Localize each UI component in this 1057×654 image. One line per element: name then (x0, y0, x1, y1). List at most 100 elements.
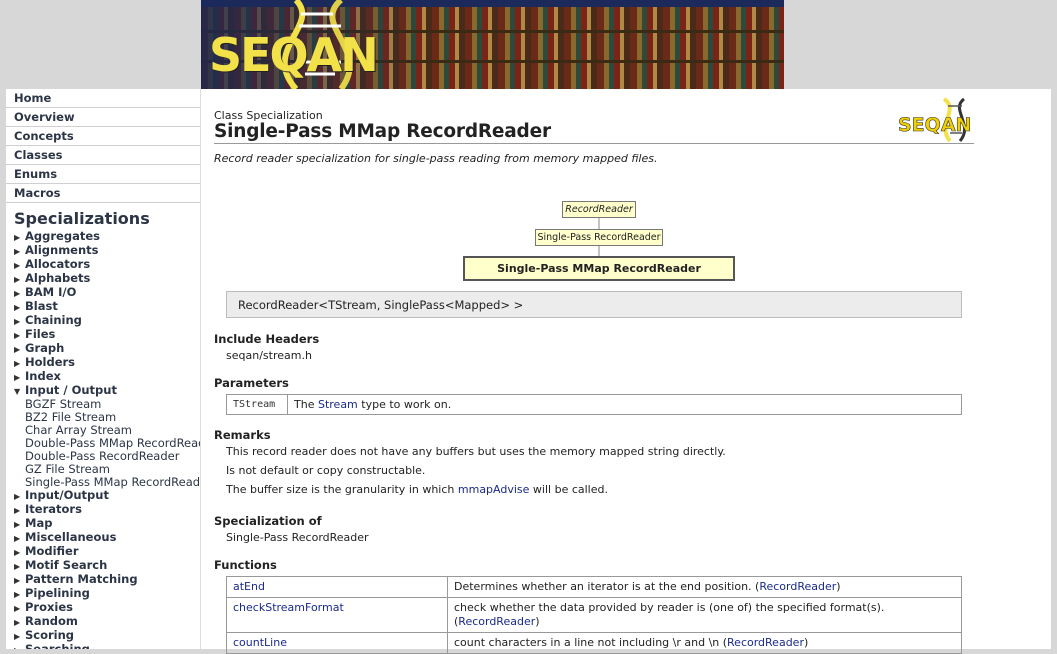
include-headers-heading: Include Headers (214, 332, 320, 346)
function-description-cell: check whether the data provided by reade… (447, 597, 962, 633)
function-link[interactable]: atEnd (233, 580, 265, 593)
function-link[interactable]: countLine (233, 636, 287, 649)
tree-category[interactable]: ▶ Files (6, 328, 200, 342)
collapsed-triangle-icon[interactable]: ▶ (14, 574, 25, 587)
corner-logo-text: SEQAN (898, 114, 971, 136)
function-link[interactable]: checkStreamFormat (233, 601, 344, 614)
function-description: check whether the data provided by reade… (454, 601, 885, 614)
collapsed-triangle-icon[interactable]: ▶ (14, 231, 25, 244)
seqan-logo[interactable]: SEQAN (209, 28, 379, 82)
tree-category[interactable]: ▶ Miscellaneous (6, 531, 200, 545)
collapsed-triangle-icon[interactable]: ▶ (14, 245, 25, 258)
sidebar-item-enums[interactable]: Enums (6, 165, 200, 184)
collapsed-triangle-icon[interactable]: ▶ (14, 616, 25, 629)
recordreader-link[interactable]: RecordReader (727, 636, 804, 649)
recordreader-link[interactable]: RecordReader (759, 580, 836, 593)
tree-category-label: Index (25, 369, 61, 383)
sidebar-item-home[interactable]: Home (6, 89, 200, 108)
tree-category[interactable]: ▼ Input / Output (6, 384, 200, 398)
tree-category[interactable]: ▶ BAM I/O (6, 286, 200, 300)
tree-category[interactable]: ▶ Random (6, 615, 200, 629)
function-description-end: ) (836, 580, 841, 593)
tree-category[interactable]: ▶ Map (6, 517, 200, 531)
table-row: TStream The Stream type to work on. (226, 394, 962, 415)
tree-category[interactable]: ▶ Pattern Matching (6, 573, 200, 587)
collapsed-triangle-icon[interactable]: ▶ (14, 546, 25, 559)
class-diagram: RecordReader Single-Pass RecordReader Si… (463, 201, 735, 281)
param-name: TStream (226, 394, 288, 415)
tree-category[interactable]: ▶ Modifier (6, 545, 200, 559)
tree-category[interactable]: ▶ Index (6, 370, 200, 384)
collapsed-triangle-icon[interactable]: ▶ (14, 588, 25, 601)
tree-category[interactable]: ▶ Input/Output (6, 489, 200, 503)
specialization-tree: ▶ Aggregates ▶ Alignments ▶ Allocators ▶ Alphab… (6, 230, 200, 650)
collapsed-triangle-icon[interactable]: ▶ (14, 504, 25, 517)
collapsed-triangle-icon[interactable]: ▶ (14, 259, 25, 272)
header-banner: SEQAN (201, 0, 784, 89)
tree-category[interactable]: ▶ Allocators (6, 258, 200, 272)
tree-category[interactable]: ▶ Aggregates (6, 230, 200, 244)
collapsed-triangle-icon[interactable]: ▶ (14, 343, 25, 356)
tree-category[interactable]: ▶ Iterators (6, 503, 200, 517)
seqan-corner-logo: SEQAN (898, 97, 972, 143)
diagram-node-recordreader[interactable]: RecordReader (562, 201, 636, 218)
tree-category[interactable]: ▶ Graph (6, 342, 200, 356)
collapsed-triangle-icon[interactable]: ▶ (14, 518, 25, 531)
tree-category[interactable]: ▶ Holders (6, 356, 200, 370)
collapsed-triangle-icon[interactable]: ▶ (14, 644, 25, 649)
param-desc-text: The (294, 398, 318, 411)
stream-link[interactable]: Stream (318, 398, 358, 411)
function-name-cell: countLine (226, 632, 448, 654)
sidebar-item-concepts[interactable]: Concepts (6, 127, 200, 146)
tree-category[interactable]: ▶ Alphabets (6, 272, 200, 286)
tree-category[interactable]: ▶ Alignments (6, 244, 200, 258)
table-row: countLine count characters in a line not … (226, 632, 962, 654)
collapsed-triangle-icon[interactable]: ▶ (14, 315, 25, 328)
recordreader-link[interactable]: RecordReader (458, 615, 535, 628)
sidebar: Home Overview Concepts Classes Enums Macros S… (6, 89, 201, 649)
tree-category-label: Modifier (25, 544, 79, 558)
collapsed-triangle-icon[interactable]: ▶ (14, 490, 25, 503)
tree-category-label: Files (25, 327, 56, 341)
tree-category[interactable]: ▶ Motif Search (6, 559, 200, 573)
function-description: count characters in a line not including… (454, 636, 728, 649)
tree-category-label: Alphabets (25, 271, 91, 285)
mmapadvise-link[interactable]: mmapAdvise (458, 483, 530, 496)
tree-category-label: Graph (25, 341, 65, 355)
collapsed-triangle-icon[interactable]: ▶ (14, 273, 25, 286)
tree-category-label: Aggregates (25, 229, 100, 243)
function-description-end: ) (803, 636, 809, 649)
class-signature: RecordReader<TStream, SinglePass<Mapped>… (226, 291, 962, 318)
function-description-cell: count characters in a line not including… (447, 632, 962, 654)
tree-category-label: Random (25, 614, 78, 628)
collapsed-triangle-icon[interactable]: ▶ (14, 329, 25, 342)
tree-category[interactable]: ▶ Chaining (6, 314, 200, 328)
collapsed-triangle-icon[interactable]: ▶ (14, 287, 25, 300)
tree-category-label: Searching (25, 642, 90, 650)
param-description: The Stream type to work on. (287, 394, 962, 415)
tree-category[interactable]: ▶Searching (6, 642, 200, 650)
tree-category[interactable]: ▶ Scoring (6, 629, 200, 643)
tree-category[interactable]: ▶ Proxies (6, 601, 200, 615)
collapsed-triangle-icon[interactable]: ▶ (14, 630, 25, 643)
tree-category[interactable]: ▶ Blast (6, 300, 200, 314)
collapsed-triangle-icon[interactable]: ▶ (14, 560, 25, 573)
sidebar-item-classes[interactable]: Classes (6, 146, 200, 165)
page-title: Single-Pass MMap RecordReader (214, 121, 551, 142)
collapsed-triangle-icon[interactable]: ▶ (14, 301, 25, 314)
collapsed-triangle-icon[interactable]: ▶ (14, 371, 25, 384)
tree-category-label: Motif Search (25, 558, 108, 572)
scrollbar[interactable] (1051, 89, 1057, 649)
tree-category[interactable]: ▶ Pipelining (6, 587, 200, 601)
specialization-of-link[interactable]: Single-Pass RecordReader (226, 531, 369, 544)
table-row: atEnd Determines whether an iterator is a… (226, 576, 962, 598)
sidebar-item-macros[interactable]: Macros (6, 184, 200, 203)
function-description-end: ) (535, 615, 540, 628)
collapsed-triangle-icon[interactable]: ▶ (14, 602, 25, 615)
remark-text: The buffer size is the granularity in wh… (226, 483, 458, 496)
expanded-triangle-icon[interactable]: ▼ (14, 385, 25, 398)
collapsed-triangle-icon[interactable]: ▶ (14, 357, 25, 370)
sidebar-item-overview[interactable]: Overview (6, 108, 200, 127)
collapsed-triangle-icon[interactable]: ▶ (14, 532, 25, 545)
diagram-node-single-pass-recordreader[interactable]: Single-Pass RecordReader (535, 229, 663, 246)
